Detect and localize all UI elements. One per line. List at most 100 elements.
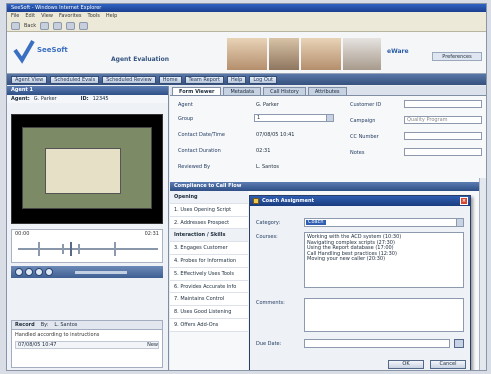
- new-note-button[interactable]: New: [147, 342, 158, 348]
- playhead[interactable]: [70, 242, 72, 256]
- timeline-marker[interactable]: [78, 244, 80, 254]
- nav-log-out[interactable]: Log Out: [249, 75, 277, 84]
- ok-button[interactable]: OK: [388, 360, 424, 369]
- question-row[interactable]: 7. Maintains Control: [170, 293, 248, 307]
- agent-value: G. Parker: [256, 102, 279, 108]
- banner-photo: [269, 38, 299, 70]
- nav-scheduled-review[interactable]: Scheduled Review: [102, 75, 156, 84]
- brand-logo: eWare: [387, 48, 409, 55]
- pause-icon[interactable]: [35, 268, 43, 276]
- questions-header: Compliance to Call Flow: [170, 182, 486, 191]
- duration-label: Contact Duration: [178, 148, 221, 154]
- browser-window: SeeSoft - Windows Internet Explorer File…: [6, 3, 487, 371]
- courses-list[interactable]: Working with the ACD system (10:30) Navig…: [304, 232, 464, 288]
- forward-icon[interactable]: [40, 22, 50, 30]
- question-row[interactable]: 8. Uses Good Listening: [170, 306, 248, 319]
- logo-text: SeeSoft: [37, 46, 68, 54]
- banner-photo: [227, 38, 267, 70]
- timeline-marker[interactable]: [114, 242, 116, 256]
- notes-label: Notes: [350, 150, 365, 156]
- volume-slider[interactable]: [75, 270, 127, 274]
- rewind-icon[interactable]: [15, 268, 23, 276]
- home-icon[interactable]: [79, 22, 89, 30]
- nav-agent-view[interactable]: Agent View: [11, 75, 48, 84]
- question-row[interactable]: 4. Probes for Information: [170, 254, 248, 268]
- customer-id-field[interactable]: [404, 100, 482, 108]
- checkmark-logo-icon: [13, 39, 35, 64]
- dialog-title-bar[interactable]: Coach Assignment ×: [250, 196, 470, 206]
- play-icon[interactable]: [25, 268, 33, 276]
- group-select[interactable]: 1: [254, 114, 334, 122]
- question-row[interactable]: 2. Addresses Prospect: [170, 216, 248, 230]
- screen-recording-video[interactable]: [11, 114, 163, 224]
- question-row[interactable]: 1. Uses Opening Script: [170, 203, 248, 217]
- notes-tab-record[interactable]: Record: [15, 321, 35, 329]
- calendar-icon[interactable]: [454, 339, 464, 348]
- back-label[interactable]: Back: [24, 23, 36, 29]
- close-icon[interactable]: ×: [460, 197, 468, 205]
- date-value: 07/08/05 10:41: [256, 132, 295, 138]
- campaign-field[interactable]: Quality Program: [404, 116, 482, 124]
- back-icon[interactable]: [11, 22, 20, 30]
- question-row[interactable]: 3. Engages Customer: [170, 242, 248, 255]
- playback-timeline[interactable]: 00:00 02:31: [11, 229, 163, 263]
- menu-tools[interactable]: Tools: [88, 12, 100, 21]
- menu-favorites[interactable]: Favorites: [59, 12, 82, 21]
- question-row[interactable]: 5. Effectively Uses Tools: [170, 267, 248, 281]
- due-date-field[interactable]: [304, 339, 450, 348]
- date-label: Contact Date/Time: [178, 132, 225, 138]
- stop-icon[interactable]: [45, 268, 53, 276]
- cc-number-label: CC Number: [350, 134, 379, 140]
- window-title: SeeSoft - Windows Internet Explorer: [7, 4, 486, 12]
- tab-form-viewer[interactable]: Form Viewer: [172, 87, 222, 95]
- tab-metadata[interactable]: Metadata: [223, 87, 262, 95]
- tab-call-history[interactable]: Call History: [263, 87, 306, 95]
- notes-panel: Record By: L. Santos Handled according t…: [11, 320, 163, 368]
- comments-textarea[interactable]: [304, 298, 464, 332]
- notes-text[interactable]: Handled according to instructions: [12, 330, 162, 340]
- nav-help[interactable]: Help: [226, 75, 247, 84]
- refresh-icon[interactable]: [66, 22, 76, 30]
- category-select[interactable]: Coach: [304, 218, 464, 227]
- menu-help[interactable]: Help: [106, 12, 117, 21]
- preferences-button[interactable]: Preferences: [432, 52, 482, 61]
- vertical-scrollbar[interactable]: [479, 178, 486, 370]
- chevron-down-icon[interactable]: [456, 219, 463, 226]
- menu-edit[interactable]: Edit: [25, 12, 35, 21]
- app-title: Agent Evaluation: [111, 56, 169, 63]
- notes-tab-reviewer[interactable]: L. Santos: [54, 321, 77, 329]
- question-row[interactable]: 6. Provides Accurate Info: [170, 280, 248, 294]
- tab-attributes[interactable]: Attributes: [307, 87, 347, 95]
- nav-home[interactable]: Home: [158, 75, 182, 84]
- notes-tab-by[interactable]: By:: [41, 321, 49, 329]
- timeline-end: 02:31: [144, 231, 159, 237]
- note-entry[interactable]: 07/08/05 10:47 New: [15, 341, 159, 349]
- agent-label: Agent: [178, 102, 193, 108]
- coach-assignment-dialog: Coach Assignment × Category: Coach Cours…: [249, 195, 471, 370]
- course-item[interactable]: Moving your new caller (20:30): [305, 256, 463, 263]
- player-header: Agent 1: [7, 86, 168, 95]
- category-label: Category:: [256, 220, 281, 226]
- note-time: 07/08/05 10:47: [18, 342, 57, 348]
- category-value: Coach: [306, 219, 326, 225]
- timeline-marker[interactable]: [38, 242, 40, 256]
- id-label: ID:: [80, 96, 89, 102]
- evaluation-tabs: Form Viewer Metadata Call History Attrib…: [170, 86, 486, 96]
- stop-icon[interactable]: [53, 22, 63, 30]
- menu-file[interactable]: File: [11, 12, 19, 21]
- nav-team-report[interactable]: Team Report: [184, 75, 224, 84]
- cc-number-field[interactable]: [404, 132, 482, 140]
- menu-view[interactable]: View: [41, 12, 53, 21]
- notes-field[interactable]: [404, 148, 482, 156]
- nav-scheduled-evals[interactable]: Scheduled Evals: [50, 75, 100, 84]
- chevron-down-icon[interactable]: [326, 115, 333, 121]
- question-row[interactable]: 9. Offers Add-Ons: [170, 318, 248, 332]
- timeline-start: 00:00: [15, 231, 30, 237]
- question-section: Opening: [170, 191, 248, 204]
- cancel-button[interactable]: Cancel: [430, 360, 466, 369]
- banner-photo: [343, 38, 381, 70]
- player-panel: Agent 1 Agent: G. Parker ID: 12345 00:00…: [7, 86, 169, 370]
- timeline-marker[interactable]: [62, 244, 64, 254]
- courses-label: Courses:: [256, 234, 278, 240]
- agent-label: Agent:: [11, 96, 30, 102]
